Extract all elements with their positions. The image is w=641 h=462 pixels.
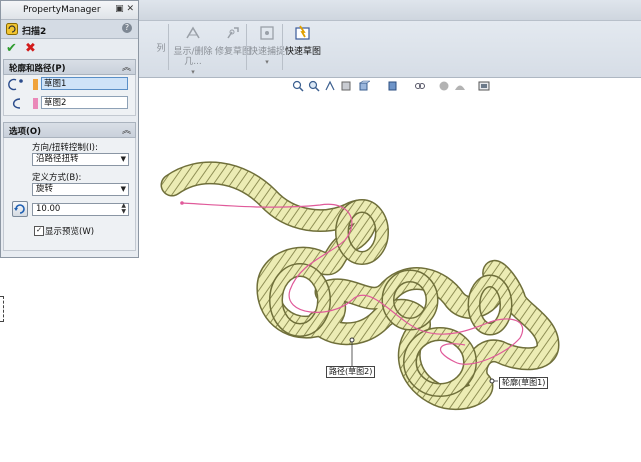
- define-by-label: 定义方式(B):: [32, 173, 82, 183]
- property-manager-title: PropertyManager: [23, 5, 101, 15]
- show-preview-checkbox[interactable]: ✓: [34, 226, 44, 236]
- cancel-button[interactable]: ✖: [25, 41, 36, 56]
- reverse-direction-button[interactable]: [12, 201, 28, 217]
- feature-header: 扫描2 ?: [1, 20, 138, 39]
- help-icon[interactable]: ?: [122, 23, 132, 33]
- orientation-label: 方向/扭转控制(I):: [32, 143, 98, 153]
- options-group-body: 方向/扭转控制(I): 沿路径扭转 ▼ 定义方式(B): 旋转 ▼ 10.00 …: [3, 138, 136, 251]
- rotate-direction-icon: [14, 204, 25, 214]
- profile-selection-row: 草图1: [4, 75, 135, 94]
- chevron-down-icon: ▼: [120, 185, 126, 193]
- profile-path-group-header[interactable]: 轮廓和路径(P) ︽: [3, 59, 136, 75]
- sweep-feature-icon: [6, 23, 18, 35]
- show-preview-label: 显示预览(W): [45, 227, 95, 237]
- path-selection-row: 草图2: [4, 94, 135, 113]
- spin-arrows-icon[interactable]: ▲ ▼: [121, 203, 126, 215]
- path-label-anchor: [349, 337, 355, 343]
- profile-selection-box[interactable]: 草图1: [41, 77, 128, 90]
- path-icon: [12, 98, 21, 109]
- graphics-edge-marker: [0, 296, 4, 322]
- ok-cancel-bar: ✔ ✖: [1, 39, 138, 59]
- sweep-body[interactable]: [160, 161, 560, 411]
- orientation-dropdown[interactable]: 沿路径扭转 ▼: [32, 153, 129, 166]
- path-color-swatch: [33, 98, 38, 109]
- profile-path-group-body: 草图1 草图2: [3, 75, 136, 116]
- collapse-chevron-icon[interactable]: ︽: [122, 123, 131, 136]
- collapse-chevron-icon[interactable]: ︽: [122, 60, 131, 73]
- path-start-point[interactable]: [180, 201, 184, 205]
- profile-label-anchor: [489, 378, 495, 384]
- path-callout-label[interactable]: 路径(草图2): [326, 366, 376, 378]
- panel-pin-close-icon[interactable]: ▣ ✕: [115, 4, 134, 14]
- ok-button[interactable]: ✔: [6, 41, 17, 56]
- feature-name: 扫描2: [22, 27, 47, 37]
- twist-value-spinbox[interactable]: 10.00 ▲ ▼: [32, 203, 129, 216]
- profile-icon: [8, 78, 23, 91]
- chevron-down-icon: ▼: [120, 155, 126, 163]
- property-manager-titlebar: PropertyManager ▣ ✕: [1, 1, 138, 20]
- profile-callout-label[interactable]: 轮廓(草图1): [499, 377, 549, 389]
- define-by-dropdown[interactable]: 旋转 ▼: [32, 183, 129, 196]
- profile-color-swatch: [33, 79, 38, 90]
- path-selection-box[interactable]: 草图2: [41, 96, 128, 109]
- options-group-header[interactable]: 选项(O) ︽: [3, 122, 136, 138]
- property-manager-panel: PropertyManager ▣ ✕ 扫描2 ? ✔ ✖ 轮廓和路径(P) ︽…: [0, 0, 139, 258]
